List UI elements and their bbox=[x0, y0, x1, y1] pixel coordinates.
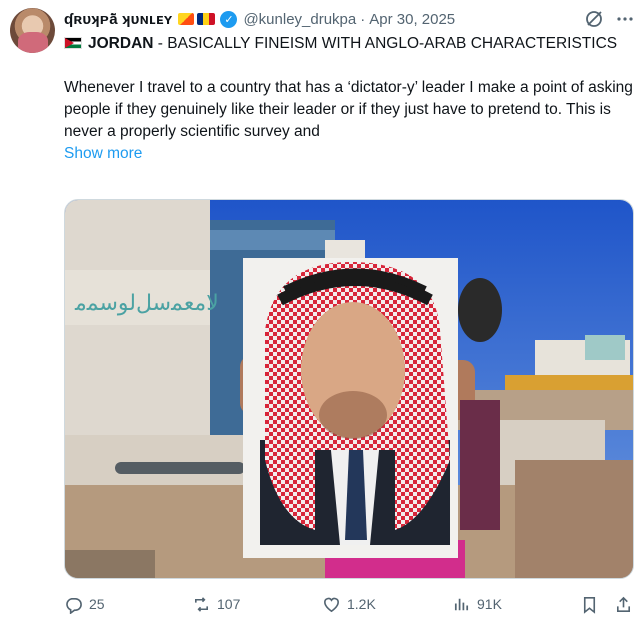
views-button[interactable]: 91K bbox=[452, 592, 502, 616]
tweet-header: ʠʀᴜʞᴘā̃ ʞᴜɴʟᴇʏ ✓ @kunley_drukpa · Apr 30… bbox=[64, 8, 455, 30]
reply-count: 25 bbox=[89, 596, 105, 612]
more-options-icon[interactable] bbox=[614, 9, 636, 29]
bhutan-flag-icon bbox=[178, 13, 195, 25]
action-bar: 25 107 1.2K 91K bbox=[64, 592, 636, 616]
post-title-bold: JORDAN bbox=[88, 35, 154, 52]
post-image[interactable]: ﻟﺎﻣﻌﻤﺳﻞﻟﻮﺳﻤﻣ bbox=[64, 199, 634, 579]
jordan-flag-icon bbox=[64, 37, 82, 49]
post-date[interactable]: Apr 30, 2025 bbox=[369, 11, 455, 28]
author-handle[interactable]: @kunley_drukpa bbox=[243, 11, 356, 28]
repost-button[interactable]: 107 bbox=[192, 592, 240, 616]
post-title: JORDAN - BASICALLY FINEISM WITH ANGLO-AR… bbox=[64, 33, 634, 55]
photo-jordan-king-portrait: ﻟﺎﻣﻌﻤﺳﻞﻟﻮﺳﻤﻣ bbox=[65, 200, 633, 578]
share-button[interactable] bbox=[614, 592, 639, 616]
wall-arabic-script: ﻟﺎﻣﻌﻤﺳﻞﻟﻮﺳﻤﻣ bbox=[74, 291, 219, 316]
reply-button[interactable]: 25 bbox=[64, 592, 105, 616]
bookmark-button[interactable] bbox=[580, 592, 605, 616]
like-count: 1.2K bbox=[347, 596, 376, 612]
grok-icon[interactable] bbox=[584, 9, 604, 29]
view-count: 91K bbox=[477, 596, 502, 612]
romania-flag-icon bbox=[197, 13, 216, 25]
post-title-rest: - BASICALLY FINEISM WITH ANGLO-ARAB CHAR… bbox=[153, 35, 618, 52]
post-body: Whenever I travel to a country that has … bbox=[64, 79, 633, 140]
bookmark-icon bbox=[583, 596, 596, 614]
show-more-link[interactable]: Show more bbox=[64, 143, 634, 165]
separator-dot: · bbox=[360, 10, 366, 28]
verified-badge-icon[interactable]: ✓ bbox=[220, 10, 238, 28]
post-text: JORDAN - BASICALLY FINEISM WITH ANGLO-AR… bbox=[64, 33, 634, 165]
repost-icon bbox=[194, 596, 209, 612]
reply-icon bbox=[66, 597, 82, 614]
share-icon bbox=[616, 596, 631, 612]
avatar[interactable] bbox=[10, 8, 55, 53]
heart-icon bbox=[324, 597, 339, 612]
repost-count: 107 bbox=[217, 596, 241, 612]
analytics-icon bbox=[454, 598, 469, 610]
like-button[interactable]: 1.2K bbox=[322, 592, 376, 616]
tweet: ʠʀᴜʞᴘā̃ ʞᴜɴʟᴇʏ ✓ @kunley_drukpa · Apr 30… bbox=[0, 0, 644, 623]
author-display-name[interactable]: ʠʀᴜʞᴘā̃ ʞᴜɴʟᴇʏ bbox=[64, 11, 172, 28]
